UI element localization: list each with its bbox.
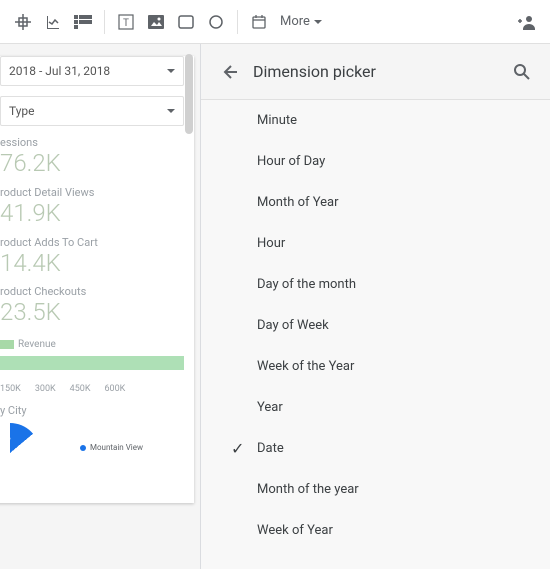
chevron-down-icon bbox=[314, 20, 322, 24]
metric-label: roduct Adds To Cart bbox=[0, 236, 184, 249]
svg-text:T: T bbox=[123, 18, 129, 29]
legend-swatch bbox=[0, 340, 14, 349]
device-type-filter[interactable]: Type bbox=[0, 96, 184, 126]
panel-title: Dimension picker bbox=[253, 62, 510, 81]
circle-icon[interactable] bbox=[201, 7, 231, 37]
dimension-item[interactable]: Minute bbox=[201, 100, 550, 141]
align-icon[interactable] bbox=[8, 7, 38, 37]
dimension-item[interactable]: Day of the month bbox=[201, 264, 550, 305]
by-city-label: y City bbox=[0, 404, 184, 417]
metric-value: 41.9K bbox=[0, 199, 184, 228]
chevron-down-icon bbox=[167, 69, 175, 73]
search-icon[interactable] bbox=[510, 60, 534, 84]
dimension-picker-panel: Dimension picker MinuteHour of DayMonth … bbox=[200, 44, 550, 569]
metric-label: essions bbox=[0, 136, 184, 149]
metric-label: roduct Detail Views bbox=[0, 186, 184, 199]
axis-tick: 150K bbox=[0, 384, 21, 394]
axis-tick: 600K bbox=[104, 384, 125, 394]
dimension-item[interactable]: Week of the Year bbox=[201, 346, 550, 387]
dimension-item[interactable]: Year bbox=[201, 387, 550, 428]
chevron-down-icon bbox=[167, 109, 175, 113]
metric-value: 14.4K bbox=[0, 249, 184, 278]
report-page: 2018 - Jul 31, 2018 Type essions76.2K rod… bbox=[0, 56, 194, 503]
chart-legend: Revenue bbox=[0, 339, 184, 350]
pie-chart: 14% bbox=[0, 423, 40, 483]
image-icon[interactable] bbox=[141, 7, 171, 37]
metric-label: roduct Checkouts bbox=[0, 285, 184, 298]
metric-value: 76.2K bbox=[0, 149, 184, 178]
add-people-icon[interactable] bbox=[512, 7, 542, 37]
date-range-picker[interactable]: 2018 - Jul 31, 2018 bbox=[0, 56, 184, 86]
axis-tick: 450K bbox=[70, 384, 91, 394]
more-dropdown[interactable]: More bbox=[274, 14, 328, 29]
metric-value: 23.5K bbox=[0, 298, 184, 327]
date-range-icon[interactable] bbox=[244, 7, 274, 37]
toolbar: T More bbox=[0, 0, 550, 44]
text-icon[interactable]: T bbox=[111, 7, 141, 37]
dimension-item[interactable]: Hour bbox=[201, 223, 550, 264]
toolbar-separator bbox=[237, 10, 238, 34]
dimension-item[interactable]: Month of Year bbox=[201, 182, 550, 223]
chart-axis: 150K 300K 450K 600K bbox=[0, 384, 184, 394]
dimension-item[interactable]: Month of the year bbox=[201, 469, 550, 510]
dimension-item[interactable]: Week of Year bbox=[201, 510, 550, 551]
dimension-item[interactable]: Day of Week bbox=[201, 305, 550, 346]
toolbar-separator bbox=[104, 10, 105, 34]
bar-chart bbox=[0, 356, 184, 370]
axis-tick: 300K bbox=[35, 384, 56, 394]
report-canvas: 2018 - Jul 31, 2018 Type essions76.2K rod… bbox=[0, 44, 200, 569]
pie-legend-item: Mountain View bbox=[80, 443, 143, 452]
back-icon[interactable] bbox=[217, 60, 241, 84]
scrollbar-thumb[interactable] bbox=[185, 54, 193, 134]
chart-icon[interactable] bbox=[38, 7, 68, 37]
rectangle-icon[interactable] bbox=[171, 7, 201, 37]
panel-header: Dimension picker bbox=[201, 44, 550, 100]
dimension-list: MinuteHour of DayMonth of YearHourDay of… bbox=[201, 100, 550, 569]
dimension-item[interactable]: Hour of Day bbox=[201, 141, 550, 182]
table-icon[interactable] bbox=[68, 7, 98, 37]
dimension-item[interactable]: Date bbox=[201, 428, 550, 469]
